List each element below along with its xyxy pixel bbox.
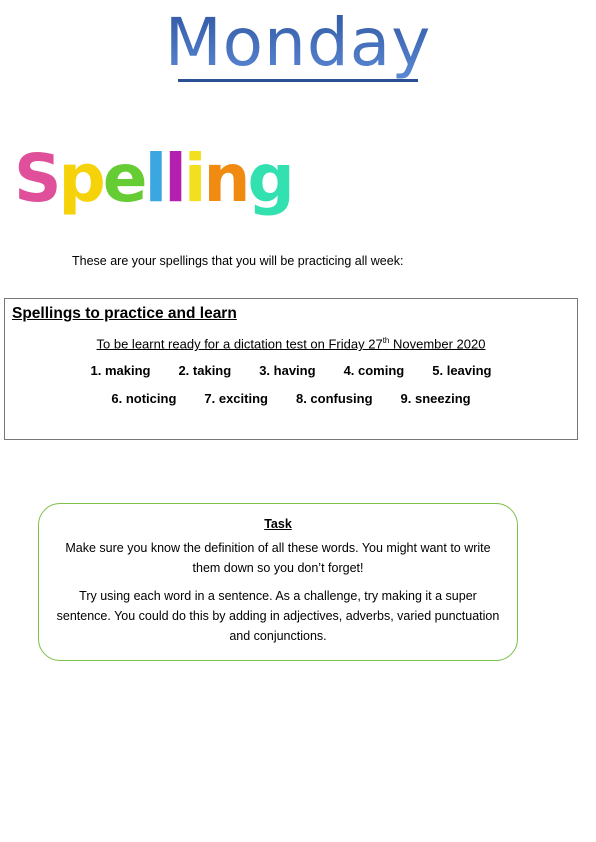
spelling-word: 2. taking [178, 363, 232, 378]
title-underline [178, 79, 418, 82]
logo-letter: l [144, 140, 168, 217]
spelling-word: 8. confusing [295, 391, 373, 406]
intro-text: These are your spellings that you will b… [72, 254, 404, 268]
spelling-word: 9. sneezing [400, 391, 471, 406]
spelling-word: 6. noticing [111, 391, 177, 406]
task-paragraph-2: Try using each word in a sentence. As a … [56, 589, 500, 643]
spelling-word: 3. having [259, 363, 316, 378]
spelling-row-1: 1. making 2. taking 3. having 4. coming 5. l… [5, 363, 577, 378]
logo-letter: i [183, 140, 207, 217]
logo-letter: p [58, 140, 106, 217]
spellings-heading: Spellings to practice and learn [12, 305, 237, 322]
logo-letter: e [102, 140, 148, 217]
spelling-word: 4. coming [343, 363, 405, 378]
spellings-subtitle: To be learnt ready for a dictation test … [5, 336, 577, 351]
spelling-logo: Spelling [14, 140, 295, 217]
page: Monday Spelling These are your spellings… [0, 0, 596, 842]
spelling-row-2: 6. noticing 7. exciting 8. confusing 9. sne… [5, 391, 577, 406]
subtitle-text-end: November 2020 [389, 336, 486, 352]
logo-letter: l [164, 140, 187, 217]
spelling-word: 5. leaving [432, 363, 492, 378]
logo-letter: g [247, 140, 294, 217]
logo-letter: n [203, 140, 250, 217]
subtitle-text: To be learnt ready for a dictation test … [96, 336, 383, 352]
task-heading: Task [264, 517, 292, 531]
spellings-box: Spellings to practice and learn To be le… [4, 298, 578, 440]
spelling-word: 1. making [90, 363, 151, 378]
spelling-word: 7. exciting [204, 391, 268, 406]
page-title: Monday [0, 4, 596, 81]
logo-letter: S [14, 140, 62, 217]
task-box: Task Make sure you know the definition o… [38, 503, 518, 661]
task-paragraph-1: Make sure you know the definition of all… [65, 541, 491, 575]
